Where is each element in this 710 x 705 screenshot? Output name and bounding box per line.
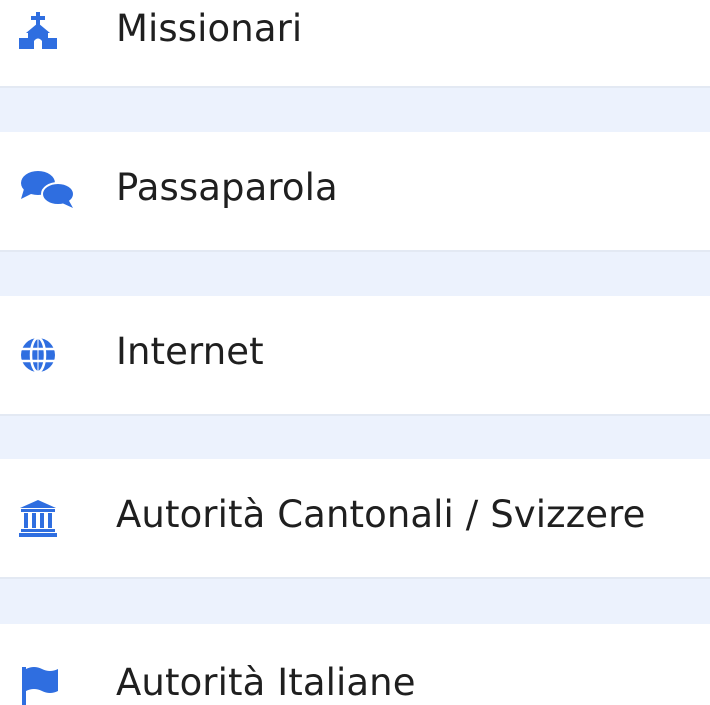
- list-item-label: Autorità Cantonali / Svizzere: [116, 493, 646, 536]
- source-options-list: Missionari Passaparola Internet Autorità…: [0, 0, 710, 705]
- list-item-passaparola[interactable]: Passaparola: [0, 132, 710, 250]
- flag-icon: [18, 662, 78, 705]
- church-icon: [18, 8, 78, 54]
- divider: [0, 414, 710, 416]
- government-building-icon: [18, 495, 78, 541]
- list-item-label: Autorità Italiane: [116, 661, 416, 704]
- list-item-internet[interactable]: Internet: [0, 296, 710, 414]
- divider: [0, 250, 710, 252]
- list-item-autorita-cantonali-svizzere[interactable]: Autorità Cantonali / Svizzere: [0, 459, 710, 577]
- list-item-label: Missionari: [116, 7, 303, 50]
- list-item-label: Passaparola: [116, 166, 338, 209]
- divider: [0, 86, 710, 88]
- list-item-autorita-italiane[interactable]: Autorità Italiane: [0, 624, 710, 705]
- globe-icon: [18, 332, 78, 378]
- list-item-missionari[interactable]: Missionari: [0, 0, 710, 86]
- list-item-label: Internet: [116, 330, 264, 373]
- divider: [0, 577, 710, 579]
- chat-bubbles-icon: [18, 168, 78, 214]
